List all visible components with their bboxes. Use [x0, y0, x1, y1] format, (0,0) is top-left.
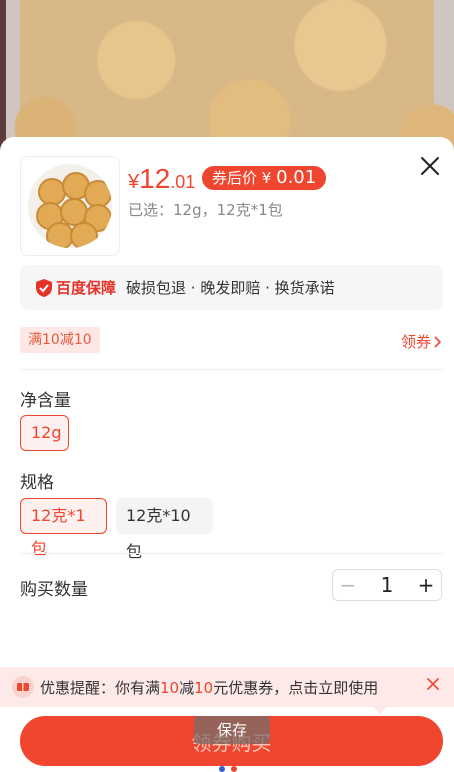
price: ¥12.01	[128, 163, 195, 195]
product-photo-background	[0, 0, 454, 150]
guarantee-brand: 百度保障	[56, 279, 117, 297]
quantity-stepper: − 1 +	[332, 569, 442, 601]
guarantee-bar[interactable]: 百度保障 破损包退 · 晚发即赔 · 换货承诺	[20, 265, 443, 310]
reminder-mid: 减	[179, 678, 195, 697]
price-integer: 12	[139, 163, 171, 194]
spec-title: 规格	[20, 473, 54, 493]
shield-icon	[36, 278, 52, 297]
page-dot	[231, 766, 237, 772]
chevron-right-icon	[434, 335, 442, 348]
divider	[20, 369, 443, 370]
reminder-prefix: 优惠提醒：你有满	[40, 678, 161, 697]
page-indicator	[219, 766, 237, 772]
coupon-price-label: 券后价	[212, 169, 258, 187]
reminder-amount-discount: 10	[194, 678, 214, 697]
coupon-price-value: 0.01	[276, 167, 317, 188]
spec-option-10pack[interactable]: 12克*10包	[116, 498, 213, 561]
increase-button[interactable]: +	[411, 573, 441, 597]
close-icon	[421, 157, 439, 175]
product-thumbnail[interactable]	[20, 156, 120, 256]
close-icon[interactable]	[426, 677, 440, 691]
guarantee-terms: 破损包退 · 晚发即赔 · 换货承诺	[126, 279, 335, 297]
coupon-reminder-bar[interactable]: 优惠提醒：你有满10减10元优惠券，点击立即使用	[0, 667, 454, 707]
get-coupon-label: 领券	[400, 333, 431, 351]
cookie-plate-image	[28, 164, 112, 248]
promo-tag: 满10减10	[20, 327, 100, 353]
quantity-label: 购买数量	[20, 580, 88, 600]
reminder-text: 优惠提醒：你有满10减10元优惠券，点击立即使用	[40, 677, 378, 698]
reminder-pointer	[372, 706, 388, 714]
coupon-price-symbol: ¥	[261, 169, 272, 187]
net-weight-option-12g[interactable]: 12g	[20, 415, 69, 451]
coupon-price-badge: 券后价 ¥ 0.01	[202, 166, 327, 190]
quantity-value[interactable]: 1	[363, 573, 411, 597]
get-coupon-link[interactable]: 领券	[401, 331, 442, 352]
price-decimal: .01	[170, 172, 196, 192]
price-symbol: ¥	[128, 171, 140, 193]
reminder-suffix: 元优惠券，点击立即使用	[213, 678, 379, 697]
close-button[interactable]	[416, 152, 444, 180]
decrease-button[interactable]: −	[333, 573, 363, 597]
divider	[20, 553, 443, 554]
spec-option-1pack[interactable]: 12克*1包	[20, 498, 107, 558]
selected-spec-text: 已选：12g，12克*1包	[128, 201, 283, 219]
save-tooltip[interactable]: 保存	[194, 716, 270, 744]
reminder-amount-threshold: 10	[160, 678, 180, 697]
ticket-icon	[12, 676, 34, 698]
net-weight-title: 净含量	[20, 391, 71, 411]
page-dot	[219, 766, 225, 772]
